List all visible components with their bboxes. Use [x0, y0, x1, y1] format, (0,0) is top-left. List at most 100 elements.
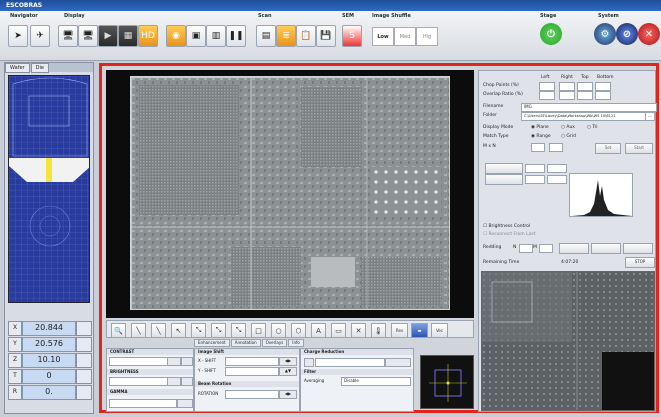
- tab-enhancement[interactable]: Enhancement: [194, 339, 230, 347]
- wafer-map[interactable]: [8, 75, 90, 303]
- n-input[interactable]: [549, 143, 563, 152]
- brightness-slider[interactable]: [109, 377, 169, 386]
- navigator-arrow-icon[interactable]: ➤: [8, 25, 28, 47]
- coord-r-value[interactable]: 0.: [22, 385, 76, 400]
- tool-text-icon[interactable]: A: [311, 323, 326, 338]
- pause-icon[interactable]: ❚❚: [226, 25, 246, 47]
- snapshot-icon[interactable]: ▣: [186, 25, 206, 47]
- redding-button-3[interactable]: [623, 243, 653, 254]
- filename-input[interactable]: IMG: [521, 103, 657, 112]
- rotation-arrows[interactable]: ◀▶: [279, 390, 297, 399]
- tool-resolution-icon[interactable]: Res: [391, 323, 408, 338]
- contrast-value[interactable]: [167, 357, 181, 366]
- overlap-bottom[interactable]: [595, 91, 611, 100]
- coord-x-value[interactable]: 20.844: [22, 321, 76, 336]
- x-shift-field[interactable]: [225, 357, 279, 366]
- overlap-right[interactable]: [559, 91, 575, 100]
- reconnect-checkbox[interactable]: ☐ Reconnect From Last: [483, 232, 535, 237]
- set-button[interactable]: Set: [595, 143, 621, 154]
- navigator-pointer-icon[interactable]: ✈: [30, 25, 50, 47]
- option-value-3[interactable]: [525, 175, 545, 184]
- tab-wafer[interactable]: Wafer: [5, 63, 30, 73]
- contrast-auto[interactable]: [181, 357, 193, 366]
- monitor-icon[interactable]: 🖥: [58, 25, 78, 47]
- tool-measure-diag-2-icon[interactable]: ⤡: [211, 323, 226, 338]
- m-input[interactable]: [531, 143, 545, 152]
- mode-tri-radio[interactable]: ○ Tri: [587, 125, 598, 130]
- scan-icon[interactable]: ▤: [256, 25, 276, 47]
- charge-apply[interactable]: [385, 358, 411, 367]
- tool-thermometer-icon[interactable]: 🌡: [371, 323, 386, 338]
- play-icon[interactable]: ▶: [98, 25, 118, 47]
- overlap-top[interactable]: [577, 91, 593, 100]
- power-icon[interactable]: ⏻: [540, 23, 562, 45]
- clipboard-icon[interactable]: 📋: [296, 25, 316, 47]
- coord-y-value[interactable]: 20.576: [22, 337, 76, 352]
- gamma-value[interactable]: [177, 399, 193, 408]
- coord-t-value[interactable]: 0: [22, 369, 76, 384]
- tool-arrow-icon[interactable]: ↖: [171, 323, 186, 338]
- tool-measure-diag-icon[interactable]: ⤡: [191, 323, 206, 338]
- coord-z-value[interactable]: 10.10: [22, 353, 76, 368]
- hd-icon[interactable]: HD: [138, 25, 158, 47]
- option-value-1[interactable]: [525, 164, 545, 173]
- option-button-2[interactable]: [485, 174, 523, 185]
- chop-left[interactable]: [539, 82, 555, 91]
- tool-highlight-icon[interactable]: ▭: [331, 323, 346, 338]
- rotation-field[interactable]: [225, 390, 279, 399]
- charge-field[interactable]: [315, 358, 385, 367]
- overlap-left[interactable]: [539, 91, 555, 100]
- tool-zoom-icon[interactable]: 🔍: [111, 323, 126, 338]
- chop-top[interactable]: [577, 82, 593, 91]
- stop-icon[interactable]: ⊘: [616, 23, 638, 45]
- redding-button-2[interactable]: [591, 243, 621, 254]
- tool-measure-diag-3-icon[interactable]: ⤡: [231, 323, 246, 338]
- minimap[interactable]: [420, 355, 474, 409]
- charge-checkbox[interactable]: [304, 358, 314, 367]
- option-button-1[interactable]: [485, 163, 523, 174]
- y-shift-arrows[interactable]: ▲▼: [279, 367, 297, 376]
- chop-right[interactable]: [559, 82, 575, 91]
- redding-n-input[interactable]: [519, 244, 533, 253]
- tab-die[interactable]: Die: [30, 63, 49, 73]
- y-shift-field[interactable]: [225, 367, 279, 376]
- contrast-slider[interactable]: [109, 357, 169, 366]
- tab-overlays[interactable]: Overlays: [261, 339, 288, 347]
- image-viewer[interactable]: [106, 70, 474, 318]
- tool-line-2-icon[interactable]: ╲: [151, 323, 166, 338]
- folder-input[interactable]: C:\Users\SE\Lavey\Data\Workshop\Wb\WS 10…: [521, 112, 647, 121]
- shuffle-low-button[interactable]: Low: [372, 27, 394, 46]
- folder-browse[interactable]: …: [645, 112, 655, 121]
- tool-delete-icon[interactable]: ✕: [351, 323, 366, 338]
- camera-icon[interactable]: ◉: [166, 25, 186, 47]
- match-grid-radio[interactable]: ○ Grid: [561, 134, 576, 139]
- brightness-control-checkbox[interactable]: ☐ Brightness Control: [483, 224, 530, 229]
- brightness-value[interactable]: [167, 377, 181, 386]
- film-icon[interactable]: ▦: [118, 25, 138, 47]
- monitor-2-icon[interactable]: 🖥: [78, 25, 98, 47]
- tool-bar-icon[interactable]: ▬: [411, 323, 428, 338]
- sem-image[interactable]: [130, 76, 450, 310]
- redding-m-input[interactable]: [539, 244, 553, 253]
- close-icon[interactable]: ✕: [638, 23, 660, 45]
- stop-button[interactable]: STOP: [625, 257, 655, 268]
- sem-icon[interactable]: S: [342, 25, 362, 47]
- thumbnail-preview[interactable]: [481, 271, 655, 411]
- mode-plane-radio[interactable]: ◉ Plane: [531, 125, 549, 130]
- shuffle-med-button[interactable]: Med: [394, 27, 416, 46]
- chop-bottom[interactable]: [595, 82, 611, 91]
- shuffle-high-button[interactable]: Hig: [416, 27, 438, 46]
- settings-icon[interactable]: ⚙: [594, 23, 616, 45]
- tool-polygon-icon[interactable]: ⬡: [291, 323, 306, 338]
- option-value-4[interactable]: [547, 175, 567, 184]
- averaging-select[interactable]: Disable: [341, 377, 411, 386]
- scan-list-icon[interactable]: ≣: [276, 25, 296, 47]
- tool-circle-icon[interactable]: ○: [271, 323, 286, 338]
- tab-annotation[interactable]: Annotation: [230, 339, 261, 347]
- tab-info[interactable]: Info: [288, 339, 304, 347]
- tool-rectangle-icon[interactable]: □: [251, 323, 266, 338]
- gamma-slider[interactable]: [109, 399, 177, 408]
- save-icon[interactable]: 💾: [316, 25, 336, 47]
- brightness-auto[interactable]: [181, 377, 193, 386]
- match-range-radio[interactable]: ◉ Range: [531, 134, 551, 139]
